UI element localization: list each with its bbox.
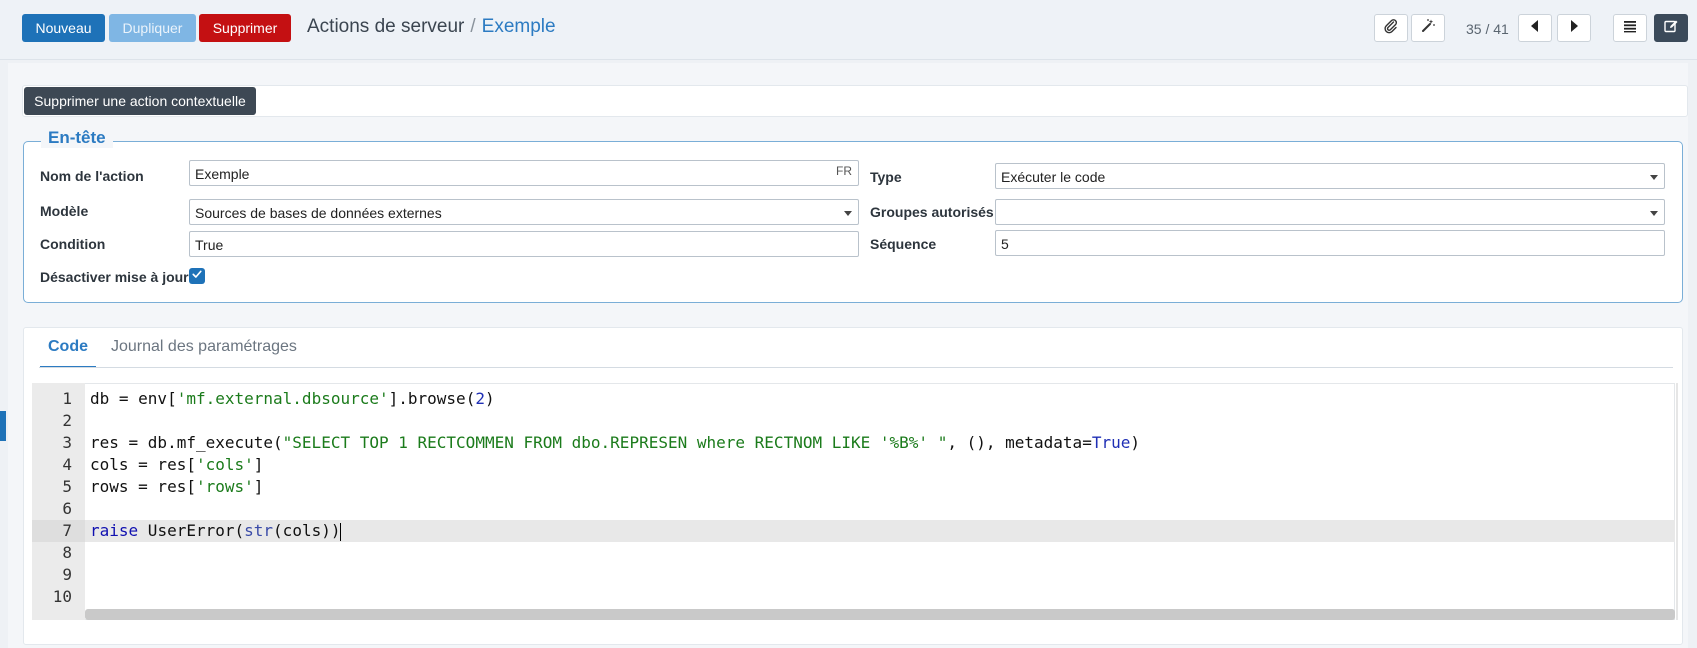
new-button[interactable]: Nouveau	[22, 14, 105, 42]
line-number: 6	[62, 499, 72, 518]
magic-wand-icon	[1420, 18, 1436, 39]
form-view-icon	[1663, 18, 1679, 39]
action-bar	[22, 85, 1688, 117]
tab-code[interactable]: Code	[40, 338, 96, 368]
side-indicator	[0, 411, 6, 441]
horizontal-scrollbar[interactable]	[85, 609, 1675, 620]
code-line[interactable]: rows = res['rows']	[90, 476, 263, 498]
breadcrumb: Actions de serveur / Exemple	[307, 16, 556, 38]
sequence-label: Séquence	[870, 236, 937, 252]
action-name-field[interactable]: Exemple FR	[189, 160, 859, 186]
pager-previous-button[interactable]	[1518, 14, 1552, 42]
action-name-value: Exemple	[195, 166, 250, 182]
condition-label: Condition	[40, 236, 106, 252]
line-number: 10	[52, 587, 72, 606]
text-cursor	[340, 522, 342, 541]
condition-field[interactable]: True	[189, 231, 859, 257]
form-view-button[interactable]	[1654, 14, 1688, 42]
line-number: 2	[62, 411, 72, 430]
breadcrumb-current: Exemple	[481, 16, 556, 37]
editor-right-border	[1676, 383, 1678, 620]
disable-update-label: Désactiver mise à jour	[40, 269, 189, 285]
model-select[interactable]: Sources de bases de données externes	[189, 199, 859, 225]
line-number: 4	[62, 455, 72, 474]
chevron-down-icon	[1650, 211, 1658, 216]
duplicate-button[interactable]: Dupliquer	[109, 14, 196, 42]
model-value: Sources de bases de données externes	[195, 205, 442, 221]
type-value: Exécuter le code	[1001, 169, 1106, 185]
caret-right-icon	[1566, 18, 1582, 39]
breadcrumb-parent[interactable]: Actions de serveur	[307, 16, 464, 37]
pager-value[interactable]: 35 / 41	[1466, 21, 1509, 37]
sequence-field[interactable]: 5	[995, 230, 1665, 256]
magic-button[interactable]	[1411, 14, 1445, 42]
tab-settings-log[interactable]: Journal des paramétrages	[111, 338, 297, 356]
chevron-down-icon	[844, 211, 852, 216]
chevron-down-icon	[1650, 175, 1658, 180]
paperclip-icon	[1383, 18, 1399, 39]
control-panel: Nouveau Dupliquer Supprimer Actions de s…	[0, 0, 1697, 60]
sequence-value: 5	[1001, 236, 1009, 252]
code-editor[interactable]	[32, 383, 1675, 620]
type-label: Type	[870, 169, 902, 185]
breadcrumb-separator: /	[470, 16, 476, 37]
tabs-divider	[39, 367, 1673, 368]
line-number: 8	[62, 543, 72, 562]
checkmark-icon	[191, 267, 203, 285]
line-number: 3	[62, 433, 72, 452]
list-view-button[interactable]	[1613, 14, 1647, 42]
code-line[interactable]: cols = res['cols']	[90, 454, 263, 476]
groups-label: Groupes autorisés	[870, 204, 994, 220]
delete-button[interactable]: Supprimer	[199, 14, 291, 42]
pager-next-button[interactable]	[1557, 14, 1591, 42]
disable-update-checkbox[interactable]	[189, 268, 205, 284]
code-line[interactable]: res = db.mf_execute("SELECT TOP 1 RECTCO…	[90, 432, 1140, 454]
code-line[interactable]: raise UserError(str(cols))	[90, 520, 342, 542]
header-group-title: En-tête	[41, 128, 113, 148]
line-number: 5	[62, 477, 72, 496]
language-badge[interactable]: FR	[836, 164, 852, 178]
line-number: 9	[62, 565, 72, 584]
remove-contextual-action-button[interactable]: Supprimer une action contextuelle	[24, 87, 256, 115]
condition-value: True	[195, 237, 224, 253]
code-line[interactable]: db = env['mf.external.dbsource'].browse(…	[90, 388, 495, 410]
line-number: 7	[62, 521, 72, 540]
line-number: 1	[62, 389, 72, 408]
caret-left-icon	[1527, 18, 1543, 39]
model-label: Modèle	[40, 203, 89, 219]
attachment-button[interactable]	[1374, 14, 1408, 42]
action-name-label: Nom de l'action	[40, 168, 144, 184]
groups-select[interactable]	[995, 199, 1665, 225]
list-view-icon	[1622, 18, 1638, 39]
type-select[interactable]: Exécuter le code	[995, 163, 1665, 189]
